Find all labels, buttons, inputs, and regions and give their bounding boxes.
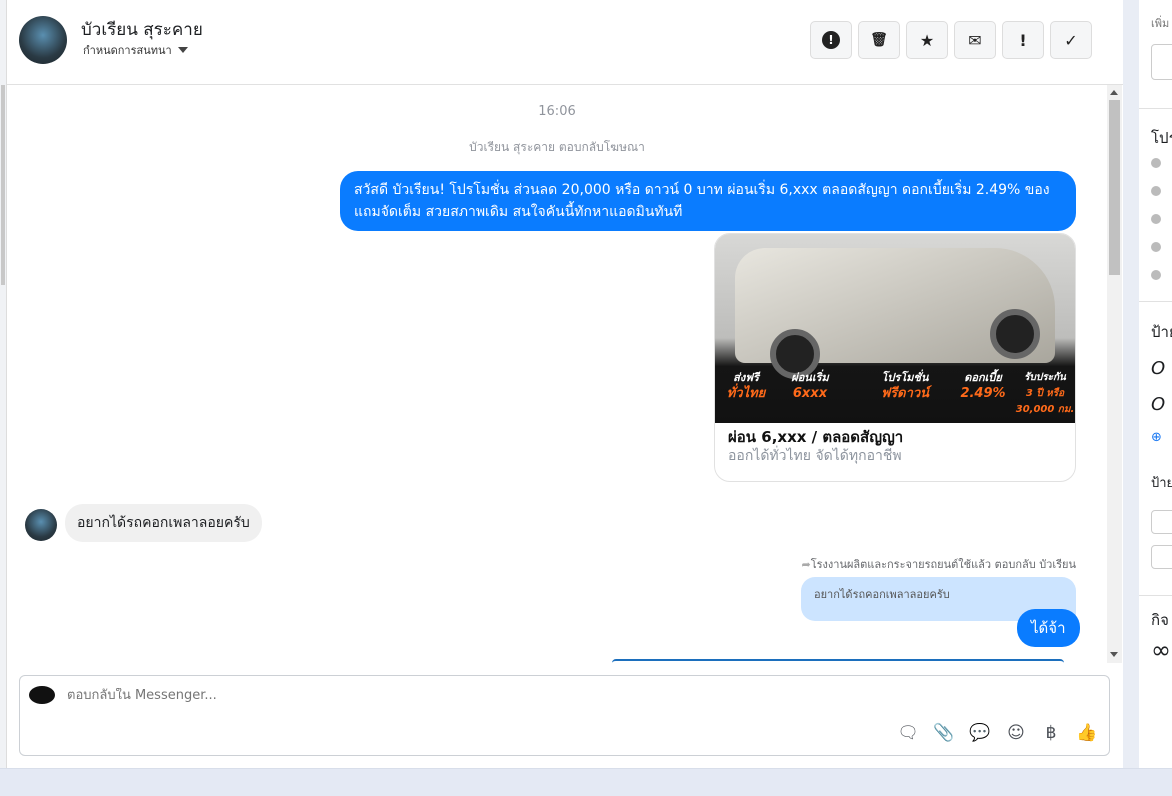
report-button[interactable]: ! (810, 21, 852, 59)
mark-unread-button[interactable]: ✉ (954, 21, 996, 59)
emoji-icon[interactable]: ☺ (1005, 722, 1027, 744)
scroll-down-arrow[interactable] (1110, 652, 1118, 657)
conversation-settings-dropdown[interactable]: กำหนดการสนทนา (83, 41, 188, 59)
clock-icon (1151, 158, 1161, 168)
promo-down: โปรโมชั่น ฟรีดาวน์ (880, 371, 930, 401)
work-icon (1151, 186, 1161, 196)
check-icon: ✓ (1064, 30, 1078, 50)
mail-icon: ✉ (968, 30, 982, 50)
contact-details-panel: เพิ่ม โปร ป้าย O O ⊕ ป้าย กิจ ∞ (1139, 0, 1172, 768)
conversation-settings-label: กำหนดการสนทนา (83, 44, 172, 57)
mark-done-button[interactable]: ✓ (1050, 21, 1092, 59)
add-button[interactable] (1151, 44, 1172, 80)
add-label: เพิ่ม (1151, 17, 1170, 30)
next-message-edge (612, 659, 1064, 663)
saved-reply-icon[interactable]: 🗨 (897, 722, 919, 744)
attachment-icon[interactable]: 📎 (933, 722, 955, 744)
label-chip[interactable]: O (1151, 358, 1165, 379)
label-input[interactable] (1151, 510, 1172, 534)
page-logo (29, 686, 55, 704)
label-input[interactable] (1151, 545, 1172, 569)
education-icon (1151, 214, 1161, 224)
baht-icon[interactable]: ฿ (1040, 722, 1062, 744)
label-chip[interactable]: O (1151, 394, 1165, 415)
scrollbar-thumb[interactable] (1, 85, 5, 285)
contact-name[interactable]: บัวเรียน สุระคาย (81, 16, 203, 43)
divider (1139, 108, 1172, 109)
star-button[interactable]: ★ (906, 21, 948, 59)
location-icon (1151, 270, 1161, 280)
promo-warranty: รับประกัน 3 ปี หรือ 30,000 กม. (1015, 372, 1075, 415)
mark-important-button[interactable]: ! (1002, 21, 1044, 59)
reply-arrow-icon: ➦ (801, 558, 811, 571)
location-icon (1151, 242, 1161, 252)
trash-icon: 🗑 (870, 32, 888, 48)
outgoing-reply: ได้จ้า (1017, 609, 1080, 647)
promo-installment: ผ่อนเริ่ม 6xxx (791, 371, 829, 401)
left-scroll-strip (0, 0, 7, 768)
meta-infinity-icon: ∞ (1151, 636, 1171, 664)
reply-meta: ➦โรงงานผลิตและกระจายรถยนต์ใช้แล้ว ตอบกลั… (801, 558, 1076, 571)
message-list: 16:06 บัวเรียน สุระคาย ตอบกลับโฆษณา สวัส… (7, 85, 1123, 663)
ad-card[interactable]: ส่งฟรี ทั่วไทย ผ่อนเริ่ม 6xxx โปรโมชั่น ฟรี… (714, 233, 1076, 482)
conversation-header: บัวเรียน สุระคาย กำหนดการสนทนา ! 🗑 ★ ✉ !… (7, 0, 1123, 85)
timestamp: 16:06 (538, 104, 576, 119)
divider (1139, 595, 1172, 596)
bottom-bar (0, 768, 1172, 796)
contact-avatar-small (25, 509, 57, 541)
exclamation-icon: ! (1019, 30, 1027, 50)
labels-subheading: ป้าย (1151, 476, 1172, 491)
ad-reply-note: บัวเรียน สุระคาย ตอบกลับโฆษณา (469, 140, 645, 154)
labels-heading: ป้าย (1151, 323, 1172, 341)
ad-card-subtitle: ออกได้ทั่วไทย จัดได้ทุกอาชีพ (728, 448, 902, 464)
promo-shipping: ส่งฟรี ทั่วไทย (726, 371, 766, 401)
scroll-up-arrow[interactable] (1110, 90, 1118, 95)
add-label-icon[interactable]: ⊕ (1151, 430, 1162, 445)
activity-heading: กิจ (1151, 611, 1169, 629)
outgoing-message: สวัสดี บัวเรียน! โปรโมชั่น ส่วนลด 20,000… (340, 171, 1076, 231)
incoming-message: อยากได้รถคอกเพลาลอยครับ (65, 504, 262, 542)
report-icon: ! (822, 31, 840, 49)
reply-input[interactable] (67, 688, 967, 703)
chat-icon[interactable]: 💬 (969, 722, 991, 744)
delete-button[interactable]: 🗑 (858, 21, 900, 59)
thumbs-up-icon[interactable]: 👍 (1076, 722, 1098, 744)
composer: 🗨 📎 💬 ☺ ฿ 👍 (19, 675, 1110, 756)
contact-avatar[interactable] (19, 16, 67, 64)
caret-down-icon (177, 47, 188, 53)
promo-interest: ดอกเบี้ย 2.49% (960, 371, 1006, 401)
scrollbar-thumb[interactable] (1109, 100, 1120, 275)
wheel (990, 309, 1040, 359)
divider (1139, 301, 1172, 302)
ad-card-image: ส่งฟรี ทั่วไทย ผ่อนเริ่ม 6xxx โปรโมชั่น ฟรี… (715, 234, 1075, 423)
star-icon: ★ (919, 30, 935, 50)
message-scrollbar[interactable] (1107, 85, 1122, 663)
profile-heading: โปร (1151, 129, 1172, 147)
conversation-panel: บัวเรียน สุระคาย กำหนดการสนทนา ! 🗑 ★ ✉ !… (7, 0, 1123, 768)
panel-gap (1123, 0, 1139, 768)
